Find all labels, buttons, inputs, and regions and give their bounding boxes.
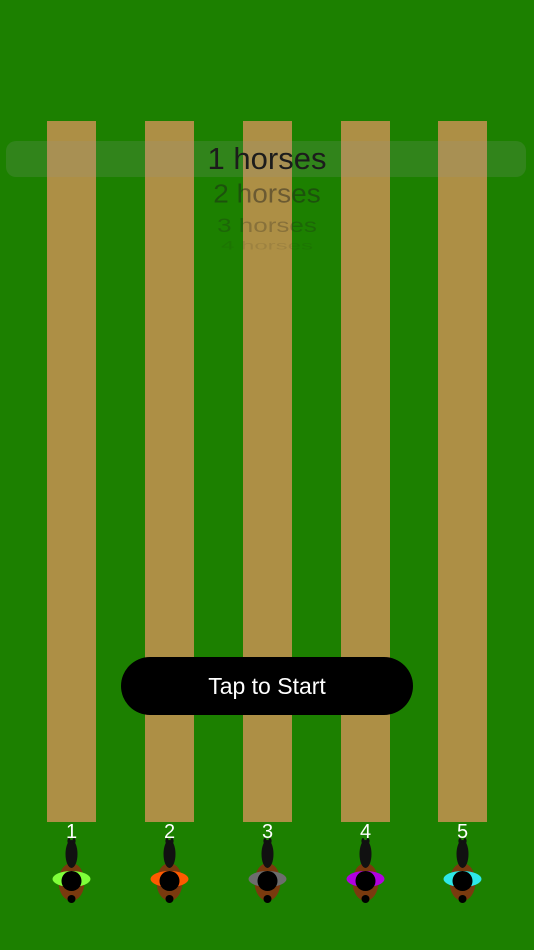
horse-head [65,840,78,868]
horse-2 [145,838,194,904]
horse-ear-left [361,838,365,844]
horse-4 [341,838,390,904]
jockey-body [159,871,180,891]
horse-ear-right [72,838,76,844]
horse-3 [243,838,292,904]
horse-ear-right [463,838,467,844]
horse-ear-right [268,838,272,844]
horse-ear-left [263,838,267,844]
picker-option-1[interactable]: 1 horses [0,141,534,177]
picker-option-2[interactable]: 2 horses [0,177,534,210]
horse-tail [361,895,370,903]
horse-ear-right [170,838,174,844]
horse-tail [165,895,174,903]
jockey-body [61,871,82,891]
horse-tail [67,895,76,903]
horse-count-picker[interactable]: 1 horses 2 horses 3 horses 4 horses [0,121,534,261]
horse-head [261,840,274,868]
horse-head [359,840,372,868]
horse-tail [263,895,272,903]
horse-head [456,840,469,868]
horse-ear-right [366,838,370,844]
horse-sprite [443,838,482,903]
picker-option-3[interactable]: 3 horses [0,212,534,239]
jockey-body [257,871,278,891]
picker-option-4[interactable]: 4 horses [0,237,534,255]
horse-ear-left [165,838,169,844]
race-field: 1 horses 2 horses 3 horses 4 horses Tap … [0,0,534,950]
tap-to-start-button[interactable]: Tap to Start [121,657,413,715]
horse-5 [438,838,487,904]
horse-sprite [150,838,189,903]
jockey-body [355,871,376,891]
horse-sprite [52,838,91,903]
horse-tail [458,895,467,903]
horse-ear-left [67,838,71,844]
horse-1 [47,838,96,904]
horse-sprite [346,838,385,903]
horse-head [163,840,176,868]
jockey-body [452,871,473,891]
horse-ear-left [458,838,462,844]
horse-sprite [248,838,287,903]
